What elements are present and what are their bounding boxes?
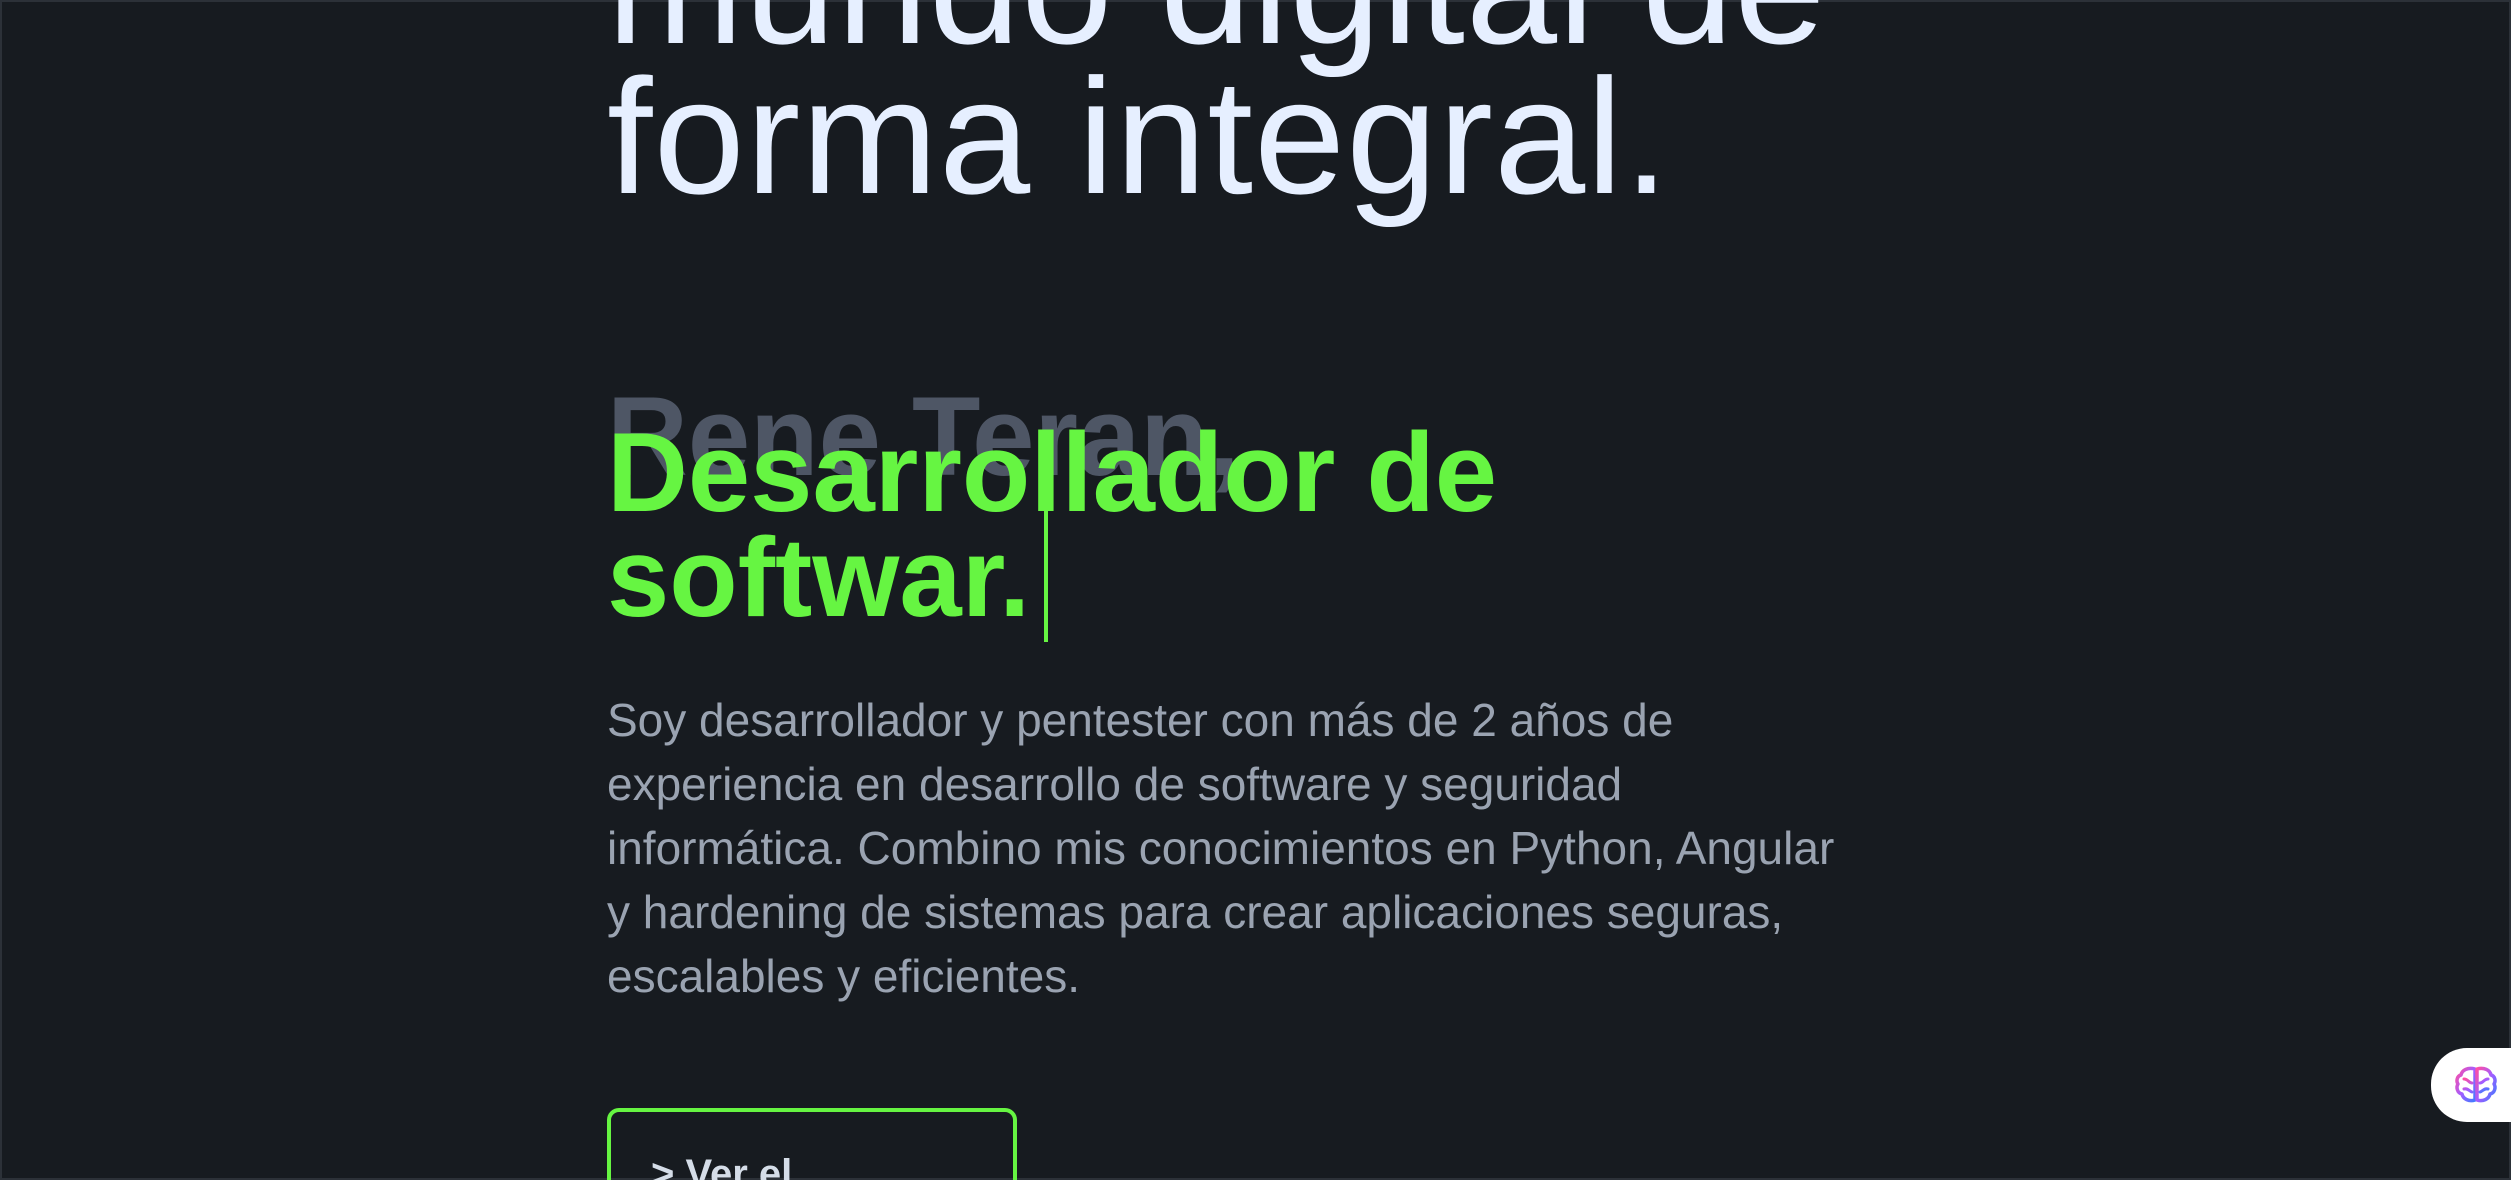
developer-role: Desarrollador de softwar. [607, 410, 1707, 642]
headline-line-2: forma integral. [607, 45, 1671, 228]
bio-paragraph: Soy desarrollador y pentester con más de… [607, 694, 1835, 1002]
hero-section: mundo digital de forma integral. Rene Te… [607, 0, 1907, 1180]
brain-icon [2455, 1066, 2497, 1103]
view-portfolio-button[interactable]: > Ver el Portafolio [607, 1108, 1017, 1180]
role-line-2-text: softwar. [607, 515, 1031, 640]
typing-cursor [1044, 506, 1049, 642]
assistant-widget-button[interactable] [2431, 1048, 2511, 1122]
role-line-1: Desarrollador de [607, 410, 1498, 535]
hero-headline: mundo digital de forma integral. [607, 0, 1827, 228]
